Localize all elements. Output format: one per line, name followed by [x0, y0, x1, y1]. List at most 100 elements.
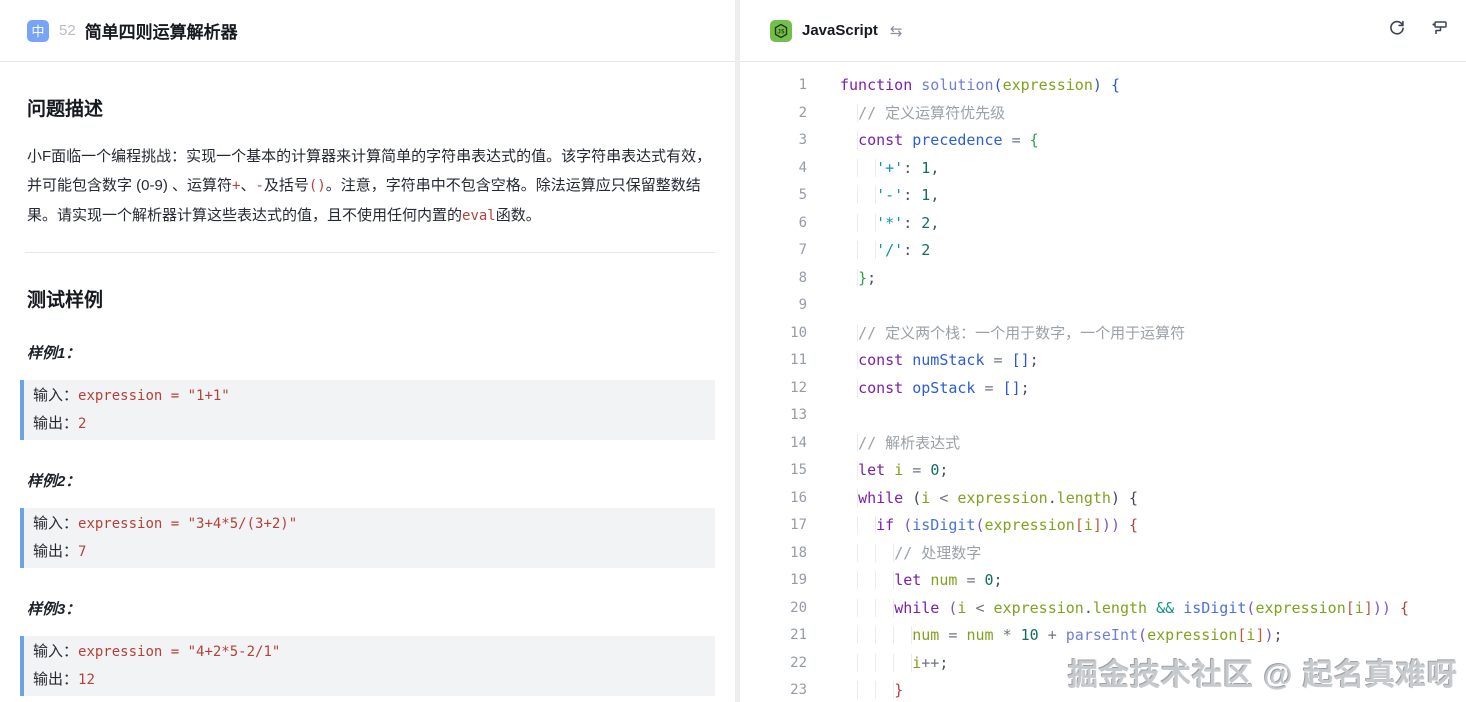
code-token: function	[840, 76, 912, 94]
example-item: 样例3： 输入：expression = "4+2*5-2/1" 输出：12	[0, 598, 735, 696]
problem-number: 52	[59, 22, 76, 39]
example-label: 样例3：	[27, 598, 715, 619]
code-token: *	[1003, 626, 1012, 644]
code-token: i	[1084, 516, 1093, 534]
code-line-content: '/': 2	[807, 237, 930, 265]
code-token: )	[1264, 626, 1273, 644]
code-line[interactable]: 10 // 定义两个栈：一个用于数字，一个用于运算符	[740, 320, 1466, 348]
code-token	[885, 461, 894, 479]
code-token: isDigit	[912, 516, 975, 534]
code-token: )	[1111, 516, 1120, 534]
code-token: ,	[930, 214, 939, 232]
language-selector[interactable]: JS JavaScript ⇆	[770, 20, 902, 42]
code-line[interactable]: 4 '+': 1,	[740, 155, 1466, 183]
code-token: length	[1057, 489, 1111, 507]
code-token: )	[1382, 599, 1391, 617]
code-token	[903, 461, 912, 479]
code-line[interactable]: 20 while (i < expression.length && isDig…	[740, 595, 1466, 623]
code-token	[840, 654, 912, 672]
code-token: )	[1093, 76, 1102, 94]
code-line[interactable]: 12 const opStack = [];	[740, 375, 1466, 403]
code-line-content: let num = 0;	[807, 567, 1003, 595]
swap-language-icon[interactable]: ⇆	[890, 22, 903, 40]
code-token: while	[894, 599, 939, 617]
line-number: 1	[740, 72, 807, 100]
code-token: :	[903, 214, 912, 232]
example-item: 样例1： 输入：expression = "1+1" 输出：2	[0, 342, 735, 440]
code-token: '+'	[876, 159, 903, 177]
code-token: )	[1373, 599, 1382, 617]
code-token: .	[1048, 489, 1057, 507]
reset-code-button[interactable]	[1386, 20, 1408, 42]
code-token: ;	[939, 461, 948, 479]
code-line-content: // 定义运算符优先级	[807, 100, 1005, 128]
code-line[interactable]: 17 if (isDigit(expression[i])) {	[740, 512, 1466, 540]
code-line[interactable]: 16 while (i < expression.length) {	[740, 485, 1466, 513]
code-token	[840, 351, 858, 369]
code-token	[921, 571, 930, 589]
code-token	[903, 379, 912, 397]
code-token: 0	[985, 571, 994, 589]
code-line-content: // 解析表达式	[807, 430, 960, 458]
example-output-line: 输出：12	[33, 666, 705, 694]
code-editor[interactable]: 1function solution(expression) {2 // 定义运…	[740, 62, 1466, 702]
code-line[interactable]: 14 // 解析表达式	[740, 430, 1466, 458]
problem-header: 中 52 简单四则运算解析器	[0, 0, 735, 62]
code-token	[1120, 516, 1129, 534]
code-token: {	[1129, 489, 1138, 507]
problem-panel: 中 52 简单四则运算解析器 问题描述 小F面临一个编程挑战：实现一个基本的计算…	[0, 0, 740, 702]
code-token	[1057, 626, 1066, 644]
problem-title: 简单四则运算解析器	[85, 18, 238, 43]
code-line[interactable]: 7 '/': 2	[740, 237, 1466, 265]
code-token	[840, 131, 858, 149]
code-token: (	[994, 76, 1003, 94]
code-line-content: while (i < expression.length) {	[807, 485, 1138, 513]
code-token: 1	[921, 159, 930, 177]
code-token: // 解析表达式	[858, 434, 960, 452]
code-token: expression	[1147, 626, 1237, 644]
code-line[interactable]: 21 num = num * 10 + parseInt(expression[…	[740, 622, 1466, 650]
code-line[interactable]: 8 };	[740, 265, 1466, 293]
line-number: 20	[740, 595, 807, 623]
code-line[interactable]: 13	[740, 402, 1466, 430]
line-number: 21	[740, 622, 807, 650]
code-token	[903, 351, 912, 369]
code-line[interactable]: 2 // 定义运算符优先级	[740, 100, 1466, 128]
code-line[interactable]: 11 const numStack = [];	[740, 347, 1466, 375]
output-label: 输出：	[33, 671, 78, 688]
code-line[interactable]: 15 let i = 0;	[740, 457, 1466, 485]
code-line[interactable]: 23 }	[740, 677, 1466, 702]
example-block: 输入：expression = "4+2*5-2/1" 输出：12	[20, 636, 715, 696]
code-token: ;	[994, 571, 1003, 589]
code-line[interactable]: 22 i++;	[740, 650, 1466, 678]
code-line[interactable]: 5 '-': 1,	[740, 182, 1466, 210]
code-line[interactable]: 6 '*': 2,	[740, 210, 1466, 238]
line-number: 14	[740, 430, 807, 458]
code-line[interactable]: 1function solution(expression) {	[740, 72, 1466, 100]
code-token: ,	[930, 186, 939, 204]
format-code-button[interactable]	[1428, 20, 1450, 42]
code-line[interactable]: 3 const precedence = {	[740, 127, 1466, 155]
code-token: '*'	[876, 214, 903, 232]
input-code: expression = "1+1"	[78, 388, 230, 404]
code-token: numStack	[912, 351, 984, 369]
code-line-content: if (isDigit(expression[i])) {	[807, 512, 1138, 540]
code-token: ;	[867, 269, 876, 287]
code-token: ++	[921, 654, 939, 672]
output-label: 输出：	[33, 543, 78, 560]
code-token	[912, 186, 921, 204]
code-token	[1120, 489, 1129, 507]
example-output-line: 输出：2	[33, 410, 705, 438]
code-token: :	[903, 186, 912, 204]
line-number: 9	[740, 292, 807, 320]
code-token: {	[1129, 516, 1138, 534]
code-line[interactable]: 9	[740, 292, 1466, 320]
editor-actions	[1386, 20, 1450, 42]
code-token	[912, 214, 921, 232]
difficulty-badge: 中	[27, 20, 49, 42]
section-heading-examples: 测试样例	[27, 285, 715, 312]
example-output-line: 输出：7	[33, 538, 705, 566]
code-token	[1003, 131, 1012, 149]
code-line[interactable]: 18 // 处理数字	[740, 540, 1466, 568]
code-line[interactable]: 19 let num = 0;	[740, 567, 1466, 595]
